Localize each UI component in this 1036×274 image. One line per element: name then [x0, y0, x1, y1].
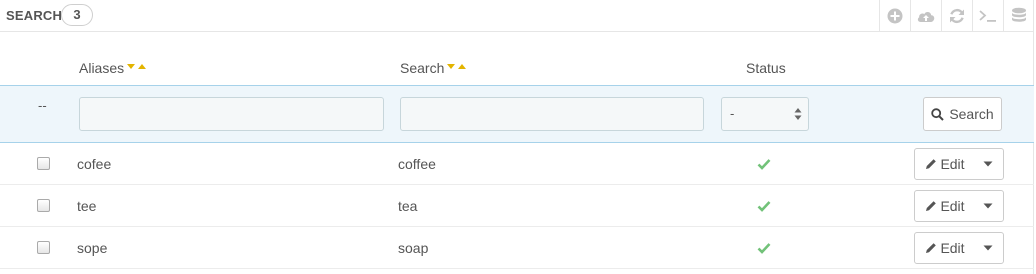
add-new-icon — [887, 8, 903, 24]
status-enabled-check-icon[interactable] — [757, 200, 771, 212]
search-cell: soap — [398, 240, 429, 256]
edit-label: Edit — [940, 240, 965, 256]
edit-label: Edit — [940, 156, 965, 172]
edit-label: Edit — [940, 198, 965, 214]
results-count-badge: 3 — [61, 4, 93, 26]
status-enabled-check-icon[interactable] — [757, 158, 771, 170]
sort-desc-icon[interactable] — [447, 64, 456, 70]
column-label-aliases: Aliases — [79, 60, 125, 76]
edit-dropdown-toggle[interactable] — [973, 191, 1003, 221]
bulk-select-placeholder: -- — [38, 98, 47, 113]
table-row: sope soap Edit — [0, 227, 1034, 269]
status-filter-value: - — [730, 106, 735, 121]
row-checkbox[interactable] — [37, 241, 50, 254]
pencil-icon — [926, 201, 937, 211]
edit-button-group: Edit — [914, 148, 1004, 180]
column-header-status: Status — [746, 60, 786, 76]
caret-down-icon — [983, 161, 993, 167]
edit-button[interactable]: Edit — [915, 191, 973, 221]
pencil-icon — [926, 243, 937, 253]
sort-desc-icon[interactable] — [127, 64, 136, 70]
pencil-icon — [926, 159, 937, 169]
panel-title: SEARCH — [6, 8, 63, 23]
edit-button[interactable]: Edit — [915, 149, 973, 179]
sort-asc-icon[interactable] — [138, 64, 147, 70]
caret-down-icon — [983, 245, 993, 251]
edit-dropdown-toggle[interactable] — [973, 149, 1003, 179]
search-cell: coffee — [398, 156, 436, 172]
search-filter-input[interactable] — [400, 97, 704, 131]
edit-dropdown-toggle[interactable] — [973, 233, 1003, 263]
sort-asc-icon[interactable] — [458, 64, 467, 70]
alias-cell: tee — [77, 198, 97, 214]
status-enabled-check-icon[interactable] — [757, 242, 771, 254]
search-button-label: Search — [949, 106, 994, 122]
table-row: tee tea Edit — [0, 185, 1034, 227]
column-header-aliases: Aliases — [79, 60, 149, 76]
select-updown-icon — [794, 108, 802, 120]
column-label-search: Search — [400, 60, 445, 76]
refresh-icon — [950, 8, 964, 24]
export-icon — [917, 12, 935, 22]
edit-button[interactable]: Edit — [915, 233, 973, 263]
edit-button-group: Edit — [914, 190, 1004, 222]
sql-query-button[interactable] — [972, 0, 1003, 32]
alias-cell: cofee — [77, 156, 112, 172]
filter-search-button[interactable]: Search — [923, 97, 1002, 131]
search-aliases-panel: SEARCH 3 Aliases Search Status -- - Sear… — [0, 0, 1034, 274]
sort-arrows-aliases — [127, 62, 149, 72]
edit-button-group: Edit — [914, 232, 1004, 264]
status-filter-select[interactable]: - — [721, 97, 809, 131]
table-row: cofee coffee Edit — [0, 143, 1034, 185]
sql-manager-button[interactable] — [1003, 0, 1034, 32]
filter-row: -- - Search — [0, 85, 1034, 143]
sql-query-icon — [979, 10, 996, 22]
search-cell: tea — [398, 198, 418, 214]
column-label-status: Status — [746, 60, 786, 76]
refresh-button[interactable] — [941, 0, 972, 32]
alias-cell: sope — [77, 240, 108, 256]
aliases-filter-input[interactable] — [79, 97, 384, 131]
search-icon — [931, 107, 945, 121]
sql-manager-icon — [1012, 7, 1026, 22]
sort-arrows-search — [447, 62, 469, 72]
panel-toolbar — [879, 0, 1034, 32]
add-new-button[interactable] — [879, 0, 910, 32]
row-checkbox[interactable] — [37, 199, 50, 212]
caret-down-icon — [983, 203, 993, 209]
row-checkbox[interactable] — [37, 157, 50, 170]
column-header-search: Search — [400, 60, 469, 76]
export-button[interactable] — [910, 0, 941, 32]
panel-heading: SEARCH 3 — [0, 0, 1034, 32]
